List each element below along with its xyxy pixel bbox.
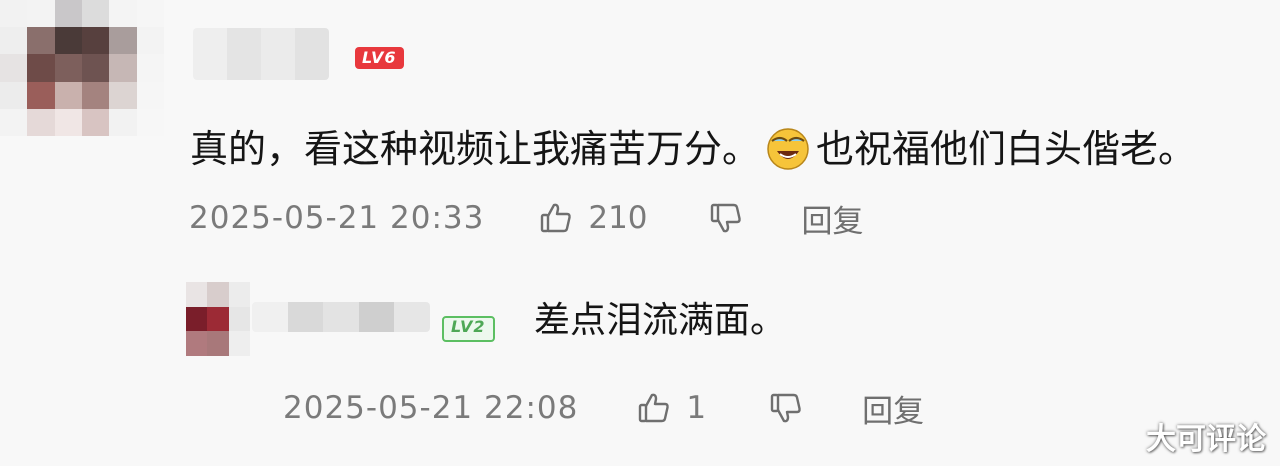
comment-text-part1: 真的，看这种视频让我痛苦万分。 xyxy=(190,126,761,171)
reply-text: 差点泪流满面。 xyxy=(534,300,787,341)
thumbs-down-icon xyxy=(708,200,744,236)
thumbs-up-icon xyxy=(636,390,672,426)
reply-avatar[interactable] xyxy=(186,282,250,356)
reply-button[interactable]: 回复 xyxy=(802,196,864,241)
thumbs-down-icon xyxy=(768,390,804,426)
timestamp: 2025-05-21 20:33 xyxy=(189,200,485,236)
username-blurred[interactable] xyxy=(193,28,329,80)
crying-laughing-emoji-icon xyxy=(766,127,810,171)
like-count: 210 xyxy=(588,200,648,236)
level-badge: LV6 xyxy=(355,47,404,69)
thumbs-up-icon xyxy=(538,200,574,236)
reply-username-blurred[interactable] xyxy=(252,302,430,332)
watermark: 大可评论 xyxy=(1146,422,1266,457)
dislike-button[interactable] xyxy=(708,200,744,236)
like-button[interactable]: 210 xyxy=(538,200,648,236)
comment-text: 真的，看这种视频让我痛苦万分。 也祝福他们白头偕老。 xyxy=(190,121,1196,174)
reply-like-button[interactable]: 1 xyxy=(636,390,706,426)
comment-text-part2: 也祝福他们白头偕老。 xyxy=(816,126,1197,171)
reply-meta: 2025-05-21 22:08 1 回复 xyxy=(283,386,924,430)
reply-timestamp: 2025-05-21 22:08 xyxy=(283,390,579,426)
reply-level-badge: LV2 xyxy=(442,316,495,342)
reply-like-count: 1 xyxy=(686,390,707,426)
reply-reply-button[interactable]: 回复 xyxy=(862,386,924,431)
comment-meta: 2025-05-21 20:33 210 回复 xyxy=(189,196,864,240)
reply-dislike-button[interactable] xyxy=(768,390,804,426)
avatar[interactable] xyxy=(0,0,164,136)
